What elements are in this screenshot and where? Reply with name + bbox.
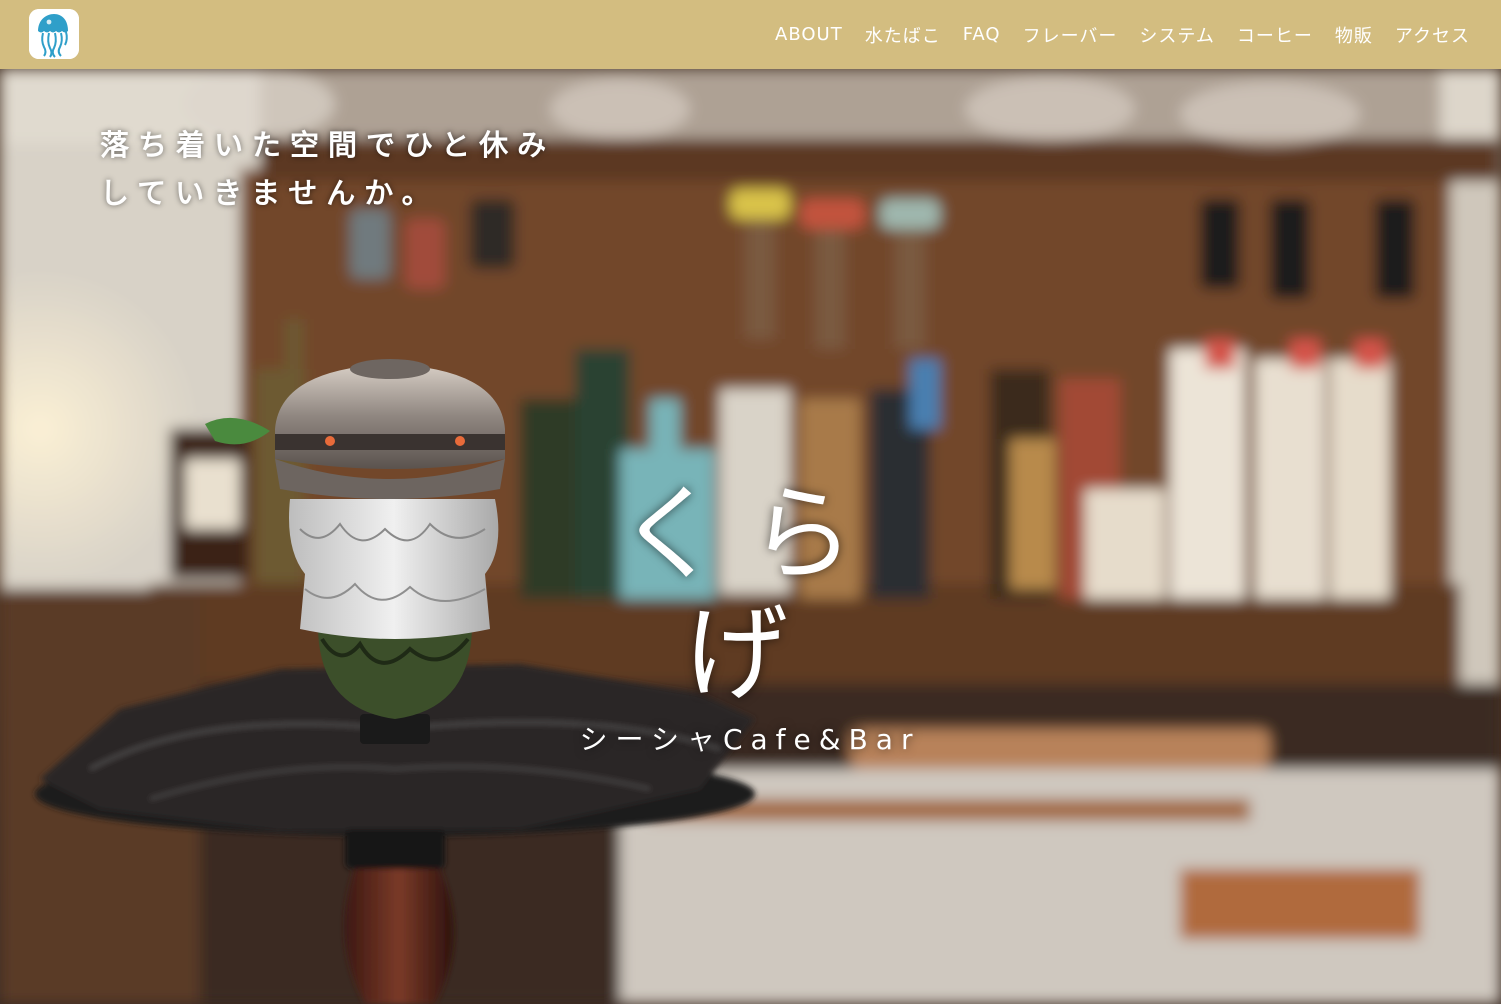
- nav-shop[interactable]: 物販: [1335, 22, 1373, 48]
- site-header: ABOUT 水たばこ FAQ フレーバー システム コーヒー 物販 アクセス: [0, 0, 1501, 69]
- nav-flavor[interactable]: フレーバー: [1023, 22, 1118, 48]
- nav-system[interactable]: システム: [1139, 22, 1214, 48]
- brand-name: くらげ: [617, 473, 882, 715]
- tagline-line-1: 落ち着いた空間でひと休み: [100, 128, 556, 162]
- nav-access[interactable]: アクセス: [1395, 22, 1470, 48]
- nav-coffee[interactable]: コーヒー: [1237, 22, 1313, 48]
- hero-section: 落ち着いた空間でひと休み していきませんか。 くらげ シーシャCafe&Bar: [0, 69, 1501, 1004]
- brand-logo: くらげ シーシャCafe&Bar: [560, 474, 940, 758]
- jellyfish-icon: [29, 9, 79, 59]
- nav-about[interactable]: ABOUT: [775, 24, 843, 45]
- brand-subtitle: シーシャCafe&Bar: [579, 723, 921, 756]
- nav-shisha[interactable]: 水たばこ: [865, 22, 941, 48]
- hero-tagline: 落ち着いた空間でひと休み していきませんか。: [100, 121, 555, 217]
- main-nav: ABOUT 水たばこ FAQ フレーバー システム コーヒー 物販 アクセス: [775, 0, 1470, 69]
- logo-jellyfish-icon[interactable]: [29, 9, 79, 59]
- tagline-line-2: していきませんか。: [100, 176, 440, 210]
- nav-faq[interactable]: FAQ: [963, 24, 1001, 45]
